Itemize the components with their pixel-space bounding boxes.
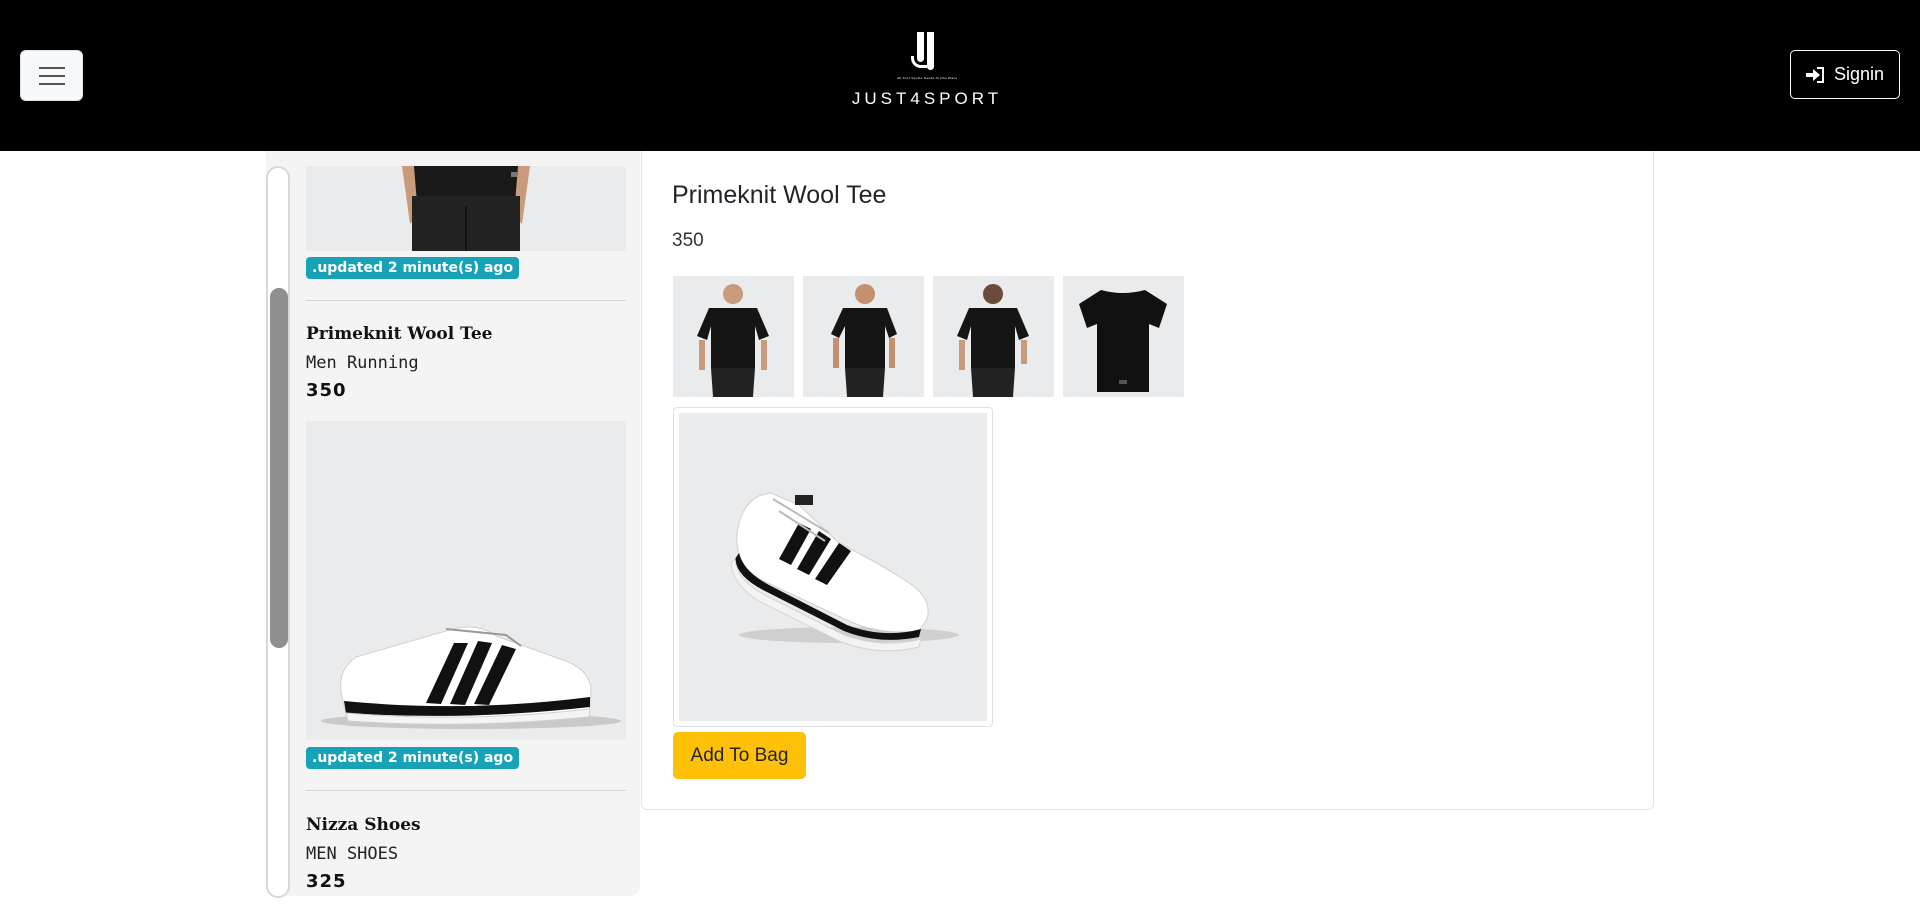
top-navbar: All Your Sports Needs In One Place JUST4… <box>0 0 1920 151</box>
list-item-price: 325 <box>306 871 347 892</box>
hamburger-menu-button[interactable] <box>20 50 83 101</box>
juventus-logo-icon <box>907 28 947 74</box>
list-divider <box>306 300 626 301</box>
add-to-bag-button[interactable]: Add To Bag <box>673 732 806 779</box>
brand-logo[interactable]: All Your Sports Needs In One Place JUST4… <box>830 28 1024 112</box>
product-main-image[interactable] <box>673 407 993 727</box>
thumbnail-tee-flat[interactable] <box>1063 276 1184 397</box>
product-title: Primeknit Wool Tee <box>672 181 887 209</box>
updated-badge: .updated 2 minute(s) ago <box>306 257 520 279</box>
list-scrollbar-thumb[interactable] <box>270 288 288 648</box>
list-item-category: Men Running <box>306 353 419 373</box>
list-scrollbar[interactable] <box>266 166 290 898</box>
product-price: 350 <box>672 230 704 251</box>
thumbnail-tee-front[interactable] <box>673 276 794 397</box>
product-image-shoe[interactable] <box>306 421 626 740</box>
signin-icon <box>1805 66 1824 83</box>
brand-name: JUST4SPORT <box>851 89 1003 108</box>
updated-badge: .updated 2 minute(s) ago <box>306 747 520 769</box>
hamburger-icon-line <box>39 75 65 77</box>
hamburger-icon-line <box>39 83 65 85</box>
brand-tagline: All Your Sports Needs In One Place <box>896 76 958 80</box>
thumbnail-tee-model-front[interactable] <box>803 276 924 397</box>
list-item-category: MEN SHOES <box>306 844 399 864</box>
list-item-price: 350 <box>306 380 347 401</box>
signin-button[interactable]: Signin <box>1790 50 1900 99</box>
list-divider <box>306 790 626 791</box>
thumbnail-tee-back[interactable] <box>933 276 1054 397</box>
list-item-name[interactable]: Primeknit Wool Tee <box>306 324 492 344</box>
list-item-name[interactable]: Nizza Shoes <box>306 815 421 835</box>
signin-label: Signin <box>1833 64 1885 84</box>
product-image-tee[interactable] <box>306 166 626 251</box>
hamburger-icon-line <box>39 67 65 69</box>
